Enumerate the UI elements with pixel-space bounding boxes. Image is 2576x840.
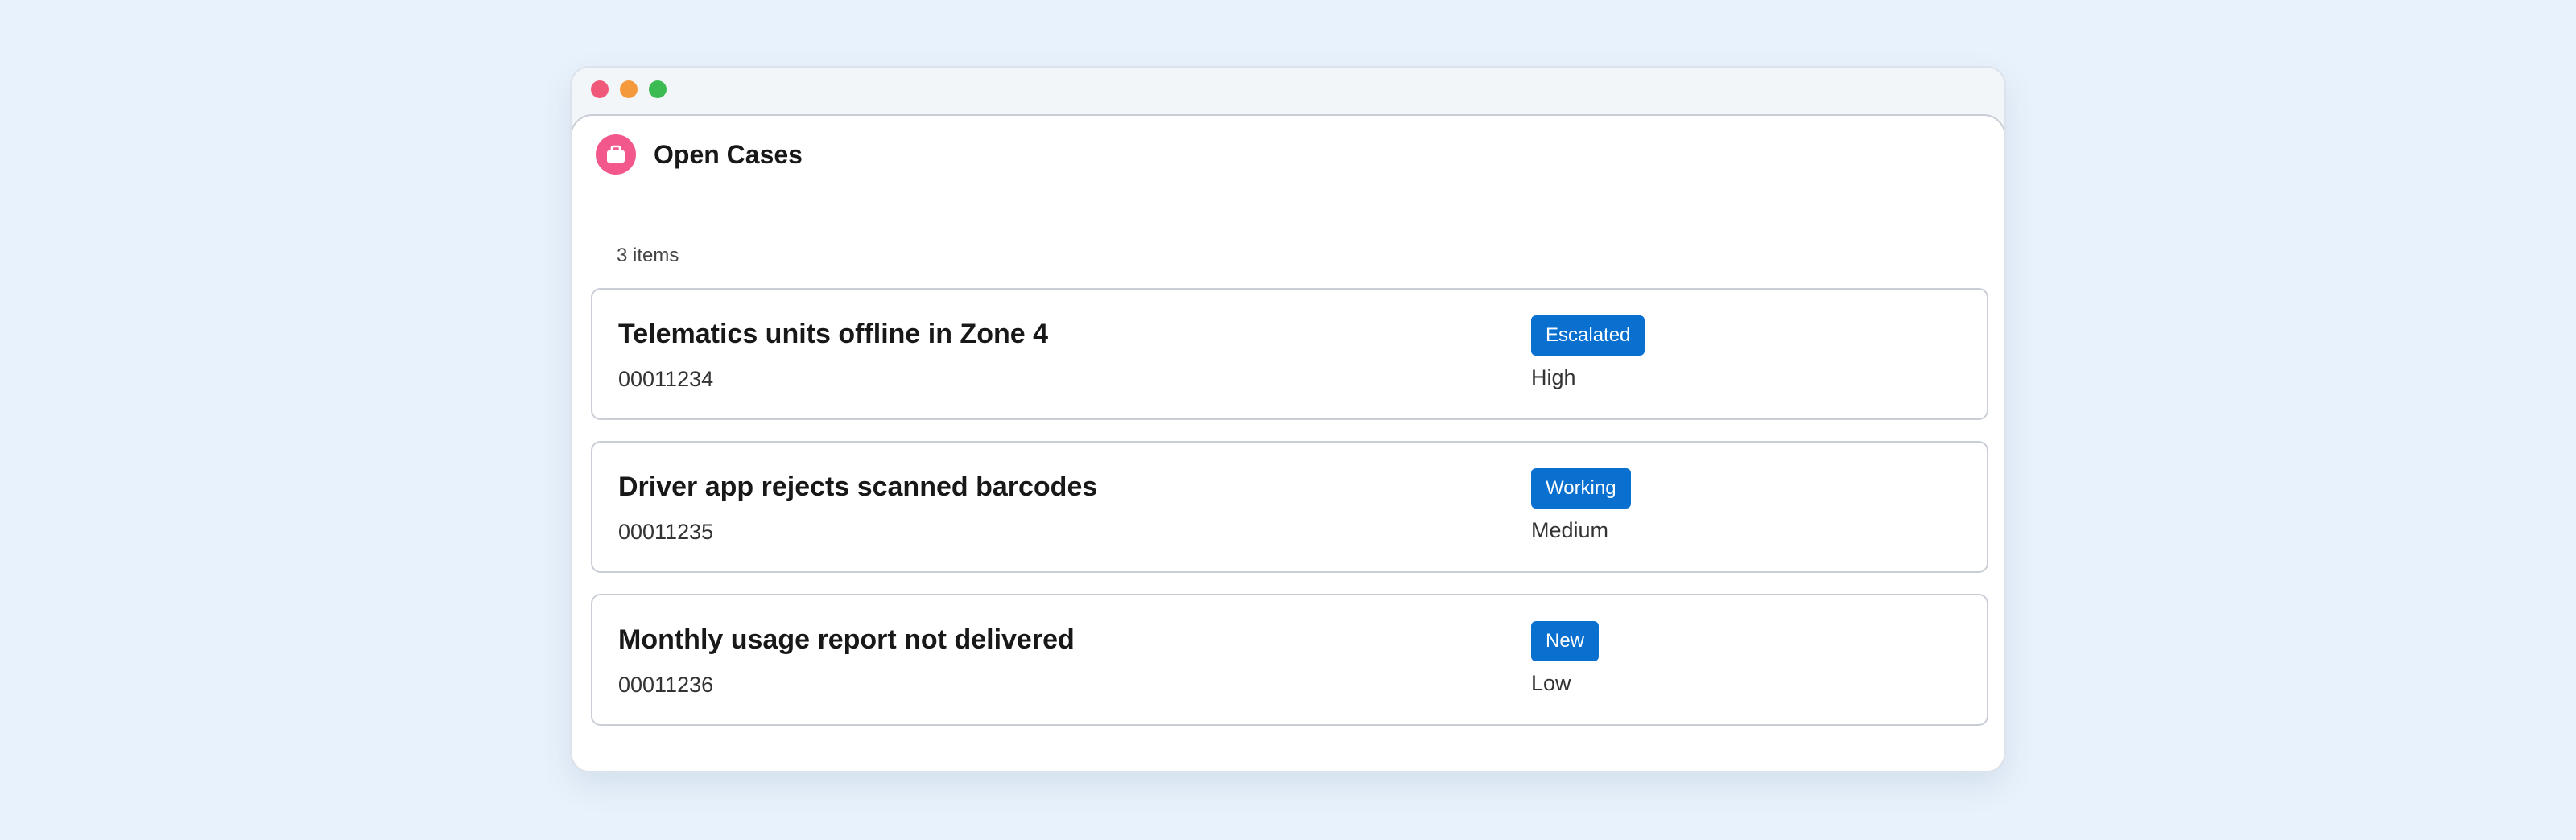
case-subject-link[interactable]: Telematics units offline in Zone 4 xyxy=(618,319,1048,350)
window-maximize-button[interactable] xyxy=(649,80,667,98)
app-window: Open Cases 3 items Telematics units offl… xyxy=(570,66,2006,772)
case-priority: Medium xyxy=(1531,518,1609,542)
window-titlebar xyxy=(572,68,2004,114)
status-badge: New xyxy=(1531,621,1600,661)
window-minimize-button[interactable] xyxy=(620,80,638,98)
card-title: Open Cases xyxy=(654,139,803,169)
case-row[interactable]: Telematics units offline in Zone 4 00011… xyxy=(591,288,1988,420)
status-badge: Escalated xyxy=(1531,315,1645,356)
status-badge: Working xyxy=(1531,468,1631,509)
case-row[interactable]: Monthly usage report not delivered 00011… xyxy=(591,594,1988,726)
case-list: Telematics units offline in Zone 4 00011… xyxy=(591,288,1988,747)
case-number: 00011235 xyxy=(618,520,714,544)
case-number: 00011234 xyxy=(618,367,714,391)
briefcase-icon xyxy=(596,134,636,175)
window-close-button[interactable] xyxy=(591,80,609,98)
case-priority: High xyxy=(1531,365,1576,389)
case-priority: Low xyxy=(1531,671,1571,695)
case-subject-link[interactable]: Monthly usage report not delivered xyxy=(618,624,1075,656)
open-cases-card: Open Cases 3 items Telematics units offl… xyxy=(572,114,2004,771)
item-count: 3 items xyxy=(617,245,679,266)
card-header: Open Cases xyxy=(596,134,803,175)
case-row[interactable]: Driver app rejects scanned barcodes 0001… xyxy=(591,441,1988,573)
case-number: 00011236 xyxy=(618,673,714,697)
case-subject-link[interactable]: Driver app rejects scanned barcodes xyxy=(618,471,1097,503)
